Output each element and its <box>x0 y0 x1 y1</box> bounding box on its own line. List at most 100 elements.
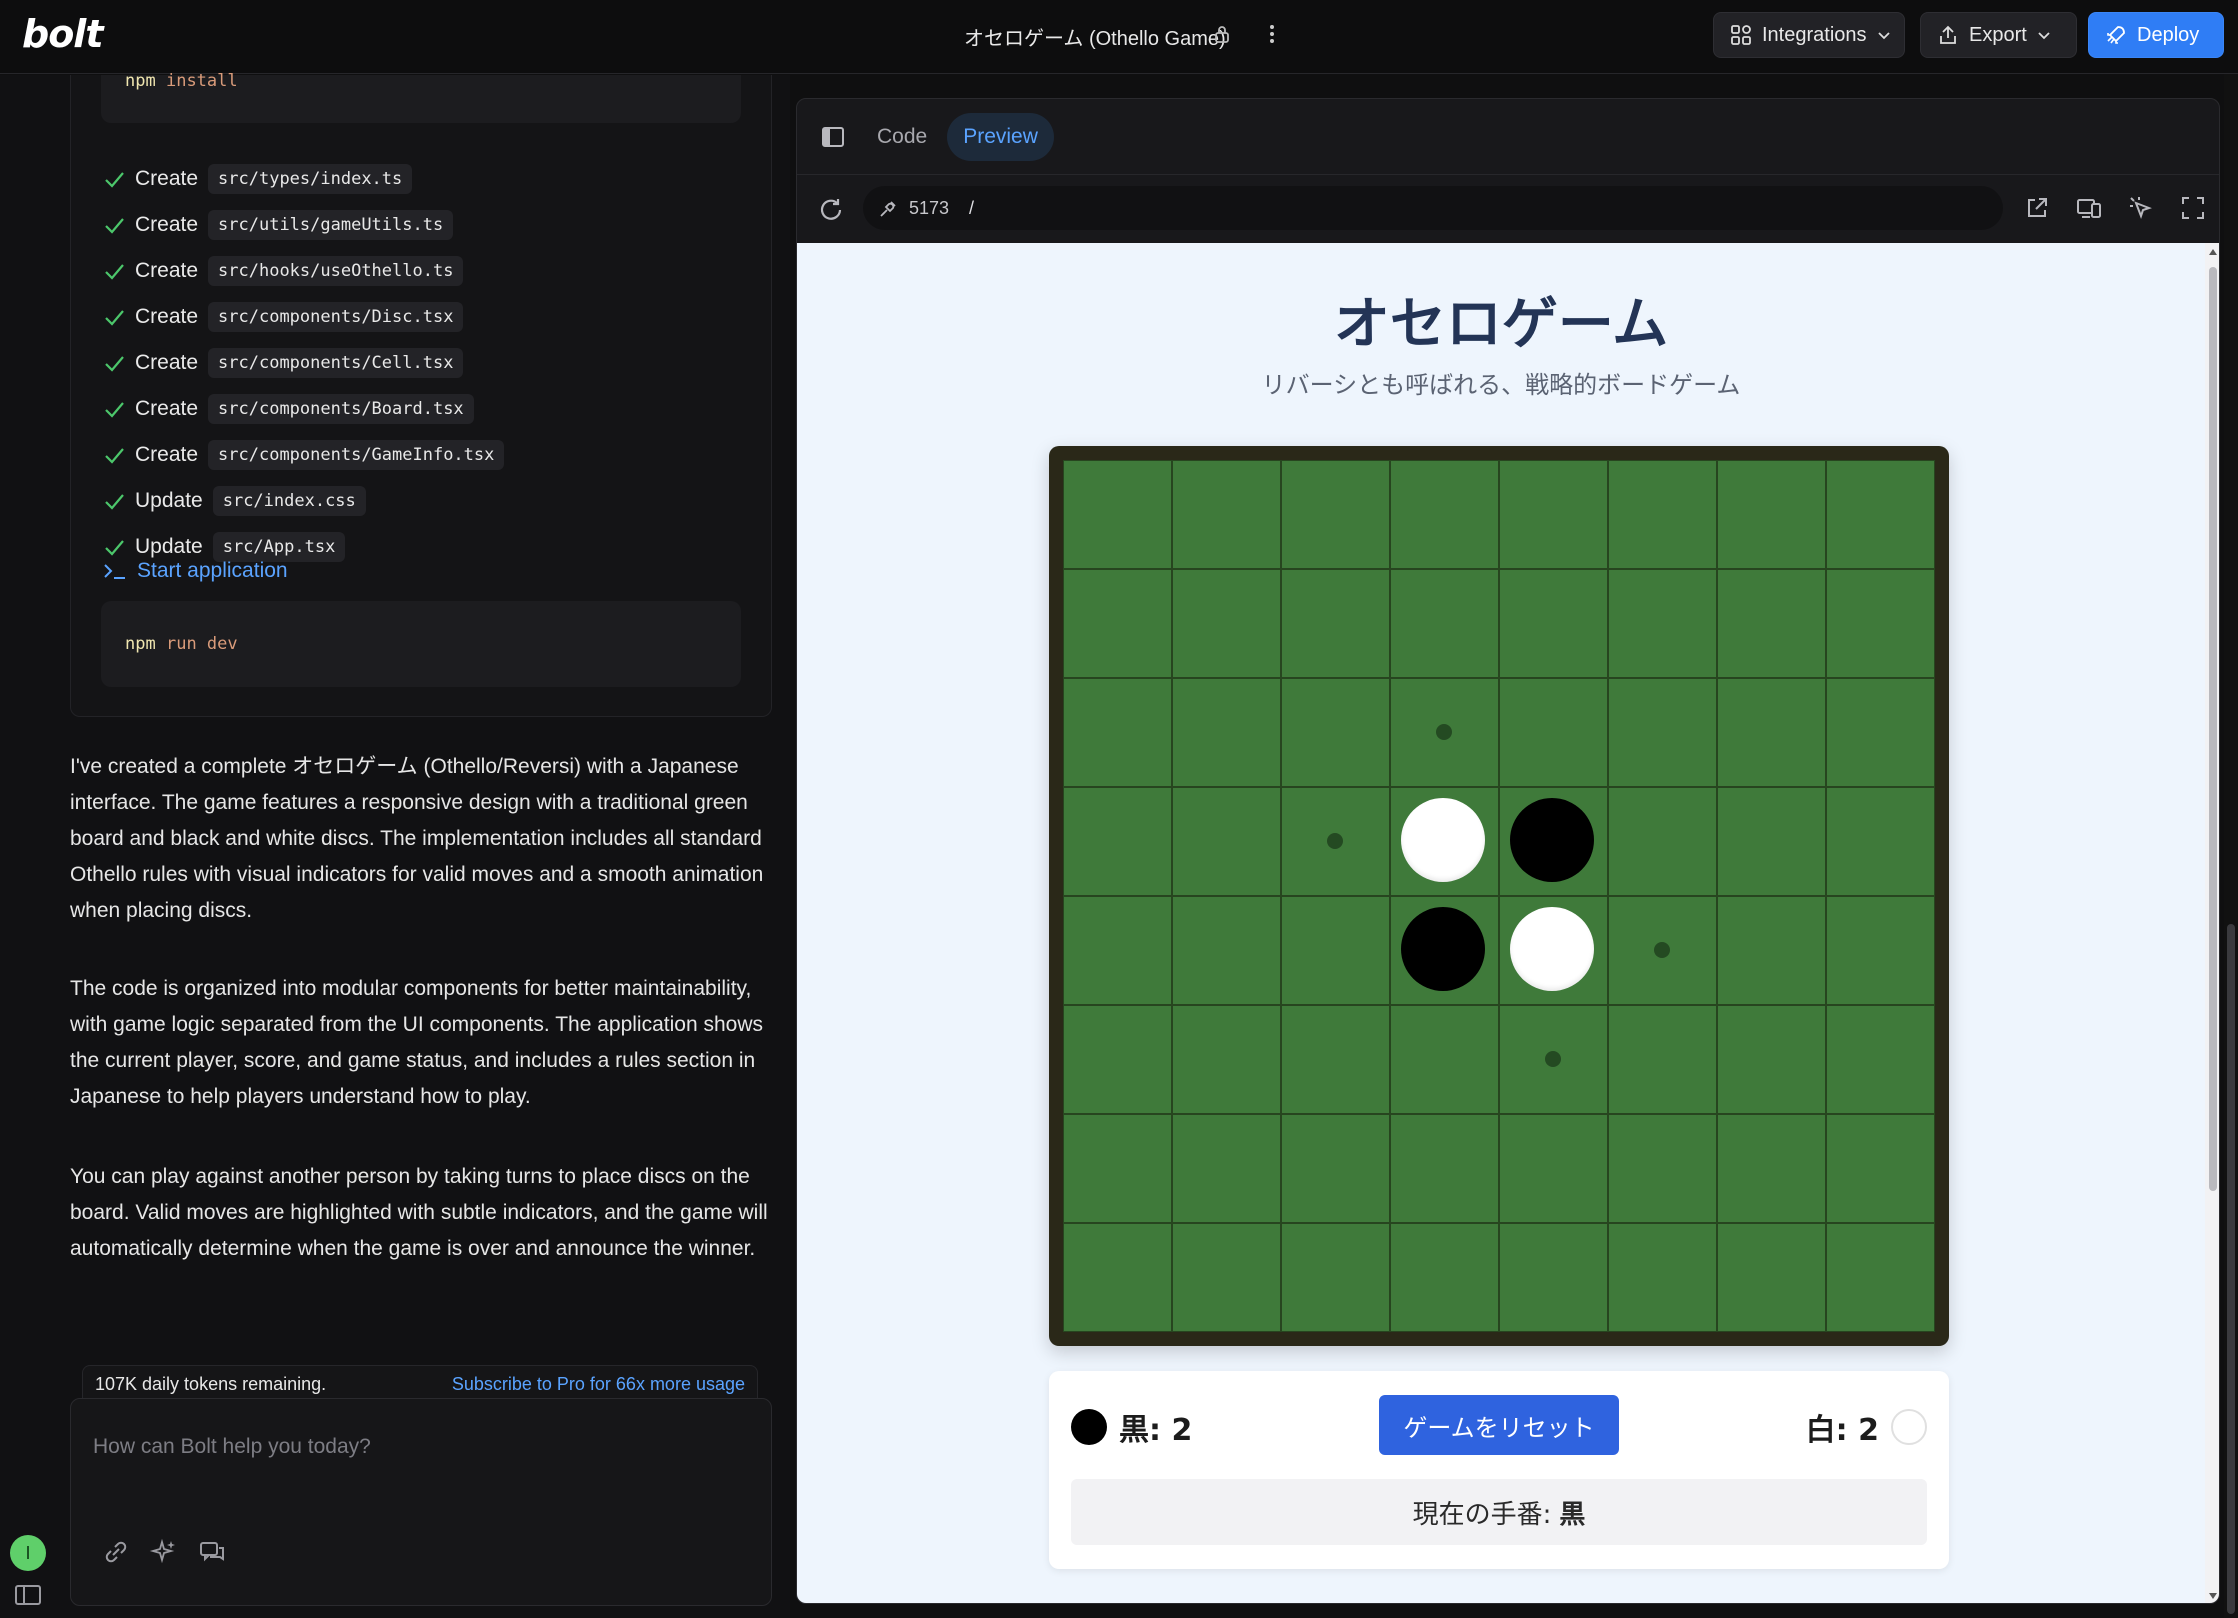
board-cell[interactable] <box>1608 1114 1717 1223</box>
open-external-icon[interactable] <box>2023 194 2051 222</box>
board-cell[interactable] <box>1063 1005 1172 1114</box>
avatar[interactable]: I <box>10 1535 46 1571</box>
file-path[interactable]: src/index.css <box>212 486 366 516</box>
page-scroll-thumb[interactable] <box>2227 924 2235 1614</box>
board-cell[interactable] <box>1608 787 1717 896</box>
board-cell[interactable] <box>1499 678 1608 787</box>
board-cell[interactable] <box>1826 1114 1935 1223</box>
board-cell[interactable] <box>1281 460 1390 569</box>
board-cell[interactable] <box>1281 896 1390 1005</box>
board-cell[interactable] <box>1390 1005 1499 1114</box>
sidebar-toggle-icon[interactable] <box>14 1583 42 1607</box>
scroll-thumb[interactable] <box>2209 267 2217 1191</box>
file-path[interactable]: src/components/Cell.tsx <box>208 348 464 378</box>
board-cell[interactable] <box>1390 896 1499 1005</box>
board-cell[interactable] <box>1281 1223 1390 1332</box>
board-cell[interactable] <box>1717 896 1826 1005</box>
bolt-logo[interactable]: bolt <box>22 12 103 56</box>
board-cell[interactable] <box>1281 787 1390 896</box>
board-cell[interactable] <box>1063 1114 1172 1223</box>
file-path[interactable]: src/types/index.ts <box>208 164 413 194</box>
scroll-up-arrow-icon[interactable] <box>2208 247 2218 257</box>
board-cell[interactable] <box>1172 787 1281 896</box>
tab-preview[interactable]: Preview <box>947 113 1054 161</box>
board-cell[interactable] <box>1608 569 1717 678</box>
file-path[interactable]: src/components/GameInfo.tsx <box>208 440 505 470</box>
page-scrollbar[interactable] <box>2224 74 2238 1618</box>
board-cell[interactable] <box>1172 678 1281 787</box>
board-cell[interactable] <box>1281 1005 1390 1114</box>
deploy-button[interactable]: Deploy <box>2088 12 2224 58</box>
board-cell[interactable] <box>1717 678 1826 787</box>
board-cell[interactable] <box>1499 787 1608 896</box>
preview-scrollbar[interactable] <box>2205 243 2219 1603</box>
board-cell[interactable] <box>1826 678 1935 787</box>
scroll-down-arrow-icon[interactable] <box>2208 1591 2218 1601</box>
board-cell[interactable] <box>1826 787 1935 896</box>
board-cell[interactable] <box>1608 460 1717 569</box>
board-cell[interactable] <box>1063 460 1172 569</box>
board-cell[interactable] <box>1063 569 1172 678</box>
file-path[interactable]: src/components/Disc.tsx <box>208 302 464 332</box>
prompt-input[interactable] <box>93 1417 743 1477</box>
board-cell[interactable] <box>1499 896 1608 1005</box>
board-cell[interactable] <box>1281 569 1390 678</box>
board-cell[interactable] <box>1717 569 1826 678</box>
refresh-icon[interactable] <box>817 196 845 224</box>
url-field[interactable]: 5173 / <box>863 186 2003 230</box>
board-cell[interactable] <box>1390 787 1499 896</box>
integrations-button[interactable]: Integrations <box>1713 12 1905 58</box>
board-cell[interactable] <box>1717 1005 1826 1114</box>
board-cell[interactable] <box>1281 1114 1390 1223</box>
sparkle-enhance-icon[interactable] <box>149 1537 179 1567</box>
board-cell[interactable] <box>1390 569 1499 678</box>
attach-link-icon[interactable] <box>101 1537 131 1567</box>
board-cell[interactable] <box>1499 569 1608 678</box>
board-cell[interactable] <box>1717 1223 1826 1332</box>
board-cell[interactable] <box>1608 1005 1717 1114</box>
board-cell[interactable] <box>1390 1114 1499 1223</box>
board-cell[interactable] <box>1172 1223 1281 1332</box>
board-cell[interactable] <box>1499 1223 1608 1332</box>
board-cell[interactable] <box>1499 460 1608 569</box>
board-cell[interactable] <box>1826 569 1935 678</box>
board-cell[interactable] <box>1172 460 1281 569</box>
element-inspector-icon[interactable] <box>2127 194 2155 222</box>
board-cell[interactable] <box>1499 1114 1608 1223</box>
board-cell[interactable] <box>1172 569 1281 678</box>
file-path[interactable]: src/utils/gameUtils.ts <box>208 210 454 240</box>
reset-game-button[interactable]: ゲームをリセット <box>1379 1395 1619 1455</box>
board-cell[interactable] <box>1390 460 1499 569</box>
board-cell[interactable] <box>1063 896 1172 1005</box>
board-cell[interactable] <box>1717 1114 1826 1223</box>
discuss-chat-icon[interactable] <box>197 1537 227 1567</box>
board-cell[interactable] <box>1608 896 1717 1005</box>
file-path[interactable]: src/hooks/useOthello.ts <box>208 256 464 286</box>
board-cell[interactable] <box>1390 1223 1499 1332</box>
board-cell[interactable] <box>1717 460 1826 569</box>
board-cell[interactable] <box>1608 678 1717 787</box>
more-options-icon[interactable] <box>1264 20 1280 48</box>
board-cell[interactable] <box>1717 787 1826 896</box>
fullscreen-icon[interactable] <box>2179 194 2207 222</box>
board-cell[interactable] <box>1608 1223 1717 1332</box>
board-cell[interactable] <box>1499 1005 1608 1114</box>
project-title[interactable]: オセロゲーム (Othello Game) <box>964 22 1226 51</box>
board-cell[interactable] <box>1826 1005 1935 1114</box>
file-path[interactable]: src/App.tsx <box>212 532 346 562</box>
device-preview-icon[interactable] <box>2075 194 2103 222</box>
tab-code[interactable]: Code <box>861 113 943 161</box>
board-cell[interactable] <box>1826 896 1935 1005</box>
board-cell[interactable] <box>1063 1223 1172 1332</box>
subscribe-link[interactable]: Subscribe to Pro for 66x more usage <box>452 1374 745 1395</box>
board-cell[interactable] <box>1826 1223 1935 1332</box>
board-cell[interactable] <box>1172 1114 1281 1223</box>
board-cell[interactable] <box>1172 1005 1281 1114</box>
board-cell[interactable] <box>1172 896 1281 1005</box>
board-cell[interactable] <box>1390 678 1499 787</box>
file-path[interactable]: src/components/Board.tsx <box>208 394 474 424</box>
board-cell[interactable] <box>1063 678 1172 787</box>
board-cell[interactable] <box>1281 678 1390 787</box>
export-button[interactable]: Export <box>1920 12 2077 58</box>
board-cell[interactable] <box>1063 787 1172 896</box>
